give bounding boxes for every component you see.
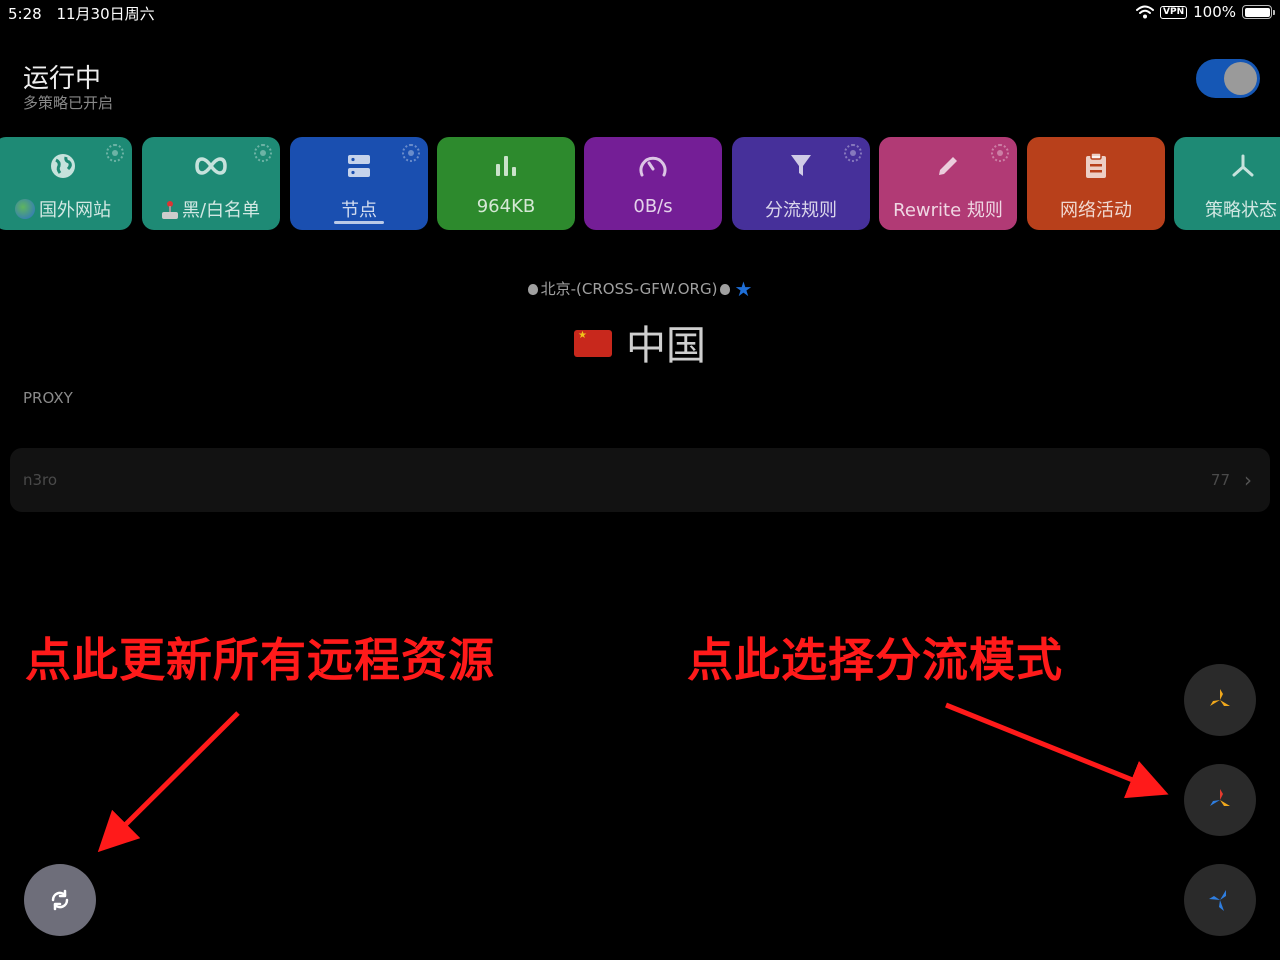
- wifi-icon: [1136, 5, 1155, 19]
- annotation-right: 点此选择分流模式: [687, 633, 1063, 687]
- tile-label: 964KB: [476, 196, 536, 217]
- tile-blacklist[interactable]: 黑/白名单: [142, 137, 280, 230]
- proxy-count: 77: [1210, 471, 1230, 489]
- mode-button-bottom[interactable]: [1184, 864, 1256, 936]
- proxy-row[interactable]: n3ro 77 ›: [10, 448, 1270, 512]
- apple-icon: [720, 284, 731, 295]
- globe-icon: [0, 151, 132, 181]
- proxy-name: n3ro: [23, 471, 58, 489]
- status-time: 5:28: [8, 5, 42, 23]
- pinwheel-icon: [1210, 689, 1230, 706]
- country-name: 中国: [626, 323, 706, 369]
- tile-policy-status[interactable]: 策略状态: [1174, 137, 1280, 230]
- tile-traffic[interactable]: 964KB: [437, 137, 575, 230]
- joystick-emoji-icon: [161, 201, 178, 219]
- status-right: VPN 100%: [1136, 3, 1275, 21]
- clipboard-icon: [1027, 151, 1165, 181]
- tile-label: 0B/s: [633, 196, 673, 217]
- tile-foreign-sites[interactable]: 国外网站: [0, 137, 132, 230]
- selected-indicator: [334, 221, 384, 224]
- section-label: PROXY: [23, 389, 73, 407]
- status-left: 5:28 11月30日周六: [8, 3, 165, 24]
- apple-icon: [527, 284, 538, 295]
- tile-rewrite[interactable]: Rewrite 规则: [879, 137, 1017, 230]
- earth-emoji-icon: [15, 199, 35, 219]
- toggle-knob: [1224, 62, 1257, 95]
- status-date: 11月30日周六: [56, 5, 155, 23]
- battery-icon: [1242, 5, 1275, 19]
- mode-button-top[interactable]: [1184, 664, 1256, 736]
- page-subtitle: 多策略已开启: [23, 94, 114, 112]
- mode-button-middle[interactable]: [1184, 764, 1256, 836]
- current-node[interactable]: 北京-(CROSS-GFW.ORG) ★: [0, 277, 1280, 301]
- pinwheel-icon: [1209, 890, 1226, 911]
- annotation-left: 点此更新所有远程资源: [25, 633, 495, 687]
- tile-rules[interactable]: 分流规则: [732, 137, 870, 230]
- refresh-button[interactable]: [24, 864, 96, 936]
- vpn-toggle[interactable]: [1196, 59, 1260, 98]
- china-flag-icon: [574, 330, 612, 357]
- star-icon: ★: [734, 277, 753, 301]
- tile-label: 网络活动: [1060, 200, 1132, 221]
- infinity-icon: [142, 151, 280, 181]
- tile-label: 国外网站: [0, 196, 132, 222]
- current-country: 中国: [0, 313, 1280, 371]
- status-bar: 5:28 11月30日周六 VPN 100%: [0, 0, 1280, 26]
- tile-label: 节点: [341, 200, 377, 221]
- bar-chart-icon: [437, 151, 575, 181]
- page-title: 运行中: [23, 64, 102, 94]
- pencil-icon: [879, 151, 1017, 181]
- tile-nodes[interactable]: 节点: [290, 137, 428, 230]
- speedometer-icon: [584, 151, 722, 181]
- arrow-left: [97, 711, 240, 853]
- pinwheel-icon: [1210, 789, 1230, 806]
- battery-percent: 100%: [1193, 3, 1236, 21]
- arrow-right: [945, 702, 1169, 799]
- tile-label: 策略状态: [1205, 200, 1277, 221]
- vpn-badge: VPN: [1160, 5, 1188, 19]
- refresh-icon: [51, 889, 69, 911]
- tile-network-activity[interactable]: 网络活动: [1027, 137, 1165, 230]
- tile-label: Rewrite 规则: [893, 200, 1003, 221]
- filter-icon: [732, 151, 870, 181]
- chevron-right-icon: ›: [1244, 468, 1252, 492]
- tile-label: 黑/白名单: [142, 196, 280, 222]
- tile-strip: 国外网站 黑/白名单 节点 964KB 0B/s 分流规则 Rewrite 规则…: [0, 137, 1280, 231]
- server-icon: [290, 151, 428, 181]
- tile-label: 分流规则: [765, 200, 837, 221]
- tile-speed[interactable]: 0B/s: [584, 137, 722, 230]
- node-name: 北京-(CROSS-GFW.ORG): [540, 280, 718, 298]
- branch-icon: [1174, 151, 1280, 181]
